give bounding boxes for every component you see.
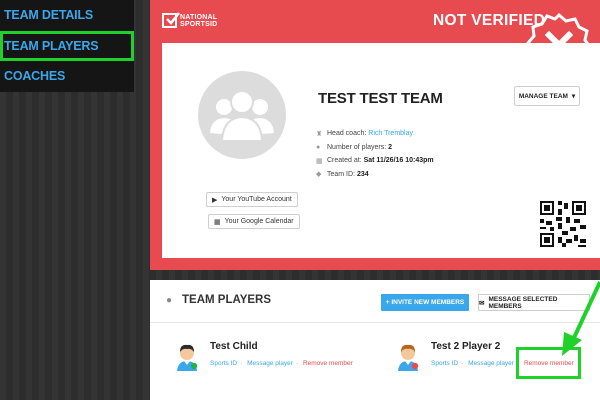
players-title: TEAM PLAYERS (182, 294, 272, 306)
sidebar-item-team-players[interactable]: TEAM PLAYERS (0, 31, 134, 61)
check-icon (162, 12, 180, 28)
team-name: TEST TEST TEAM (318, 90, 443, 107)
sidebar: TEAM DETAILS TEAM PLAYERS COACHES (0, 0, 134, 92)
head-coach-label: Head coach: (327, 130, 367, 138)
brand-line-1: NATIONAL (180, 13, 218, 21)
group-icon (210, 90, 274, 142)
message-player-link[interactable]: Message player (468, 360, 514, 367)
user-icon: ● (316, 143, 321, 151)
caret-down-icon: ▾ (571, 93, 576, 100)
trophy-icon: ♜ (316, 130, 323, 138)
youtube-account-button[interactable]: ▶ Your YouTube Account (206, 192, 298, 207)
player-name: Test Child (210, 341, 258, 352)
pointer-arrow-icon (562, 281, 600, 356)
sports-id-link[interactable]: Sports ID (210, 360, 237, 367)
team-players-panel: ● TEAM PLAYERS + INVITE NEW MEMBERS ✉ ME… (150, 280, 600, 400)
team-info-panel: ▶ Your YouTube Account ▦ Your Google Cal… (162, 43, 600, 258)
head-coach-link[interactable]: Rich Tremblay (368, 130, 413, 137)
player-avatar (398, 344, 419, 371)
youtube-label: Your YouTube Account (221, 196, 292, 203)
calendar-small-icon: ▦ (316, 157, 323, 165)
calendar-icon: ▦ (214, 218, 221, 226)
manage-team-button[interactable]: MANAGE TEAM ▾ (514, 86, 580, 106)
youtube-icon: ▶ (212, 196, 218, 204)
invite-members-button[interactable]: + INVITE NEW MEMBERS (381, 294, 469, 311)
players-count: 2 (388, 143, 392, 151)
team-avatar (198, 71, 286, 159)
manage-team-label: MANAGE TEAM (518, 92, 568, 100)
player-name: Test 2 Player 2 (431, 341, 501, 352)
brand-line-2: SPORTSID (180, 20, 218, 28)
player-avatar (177, 344, 198, 371)
user-icon: ● (166, 295, 173, 306)
remove-member-link[interactable]: Remove member (303, 360, 353, 367)
calendar-label: Your Google Calendar (224, 218, 294, 225)
message-icon: ✉ (479, 299, 485, 307)
tag-icon: ◆ (316, 171, 322, 179)
google-calendar-button[interactable]: ▦ Your Google Calendar (208, 214, 300, 229)
team-id-label: Team ID: (327, 170, 356, 178)
players-count-label: Number of players: (327, 143, 387, 151)
player-actions: Sports ID · Message player · Remove member (210, 360, 353, 367)
team-card: NATIONAL SPORTSID NOT VERIFIED ▶ Your Yo… (150, 0, 600, 270)
sidebar-item-team-details[interactable]: TEAM DETAILS (0, 0, 134, 31)
message-player-link[interactable]: Message player (247, 360, 293, 367)
sidebar-item-coaches[interactable]: COACHES (0, 61, 134, 91)
team-meta: ♜ Head coach: Rich Tremblay ● Number of … (316, 127, 434, 181)
players-header: ● TEAM PLAYERS + INVITE NEW MEMBERS ✉ ME… (150, 280, 600, 323)
created-at: Sat 11/26/16 10:43pm (363, 157, 434, 165)
brand-logo: NATIONAL SPORTSID (162, 12, 218, 28)
created-label: Created at: (327, 157, 362, 165)
team-id: 234 (356, 170, 369, 178)
qr-code-icon (540, 201, 586, 247)
sports-id-link[interactable]: Sports ID (431, 360, 458, 367)
